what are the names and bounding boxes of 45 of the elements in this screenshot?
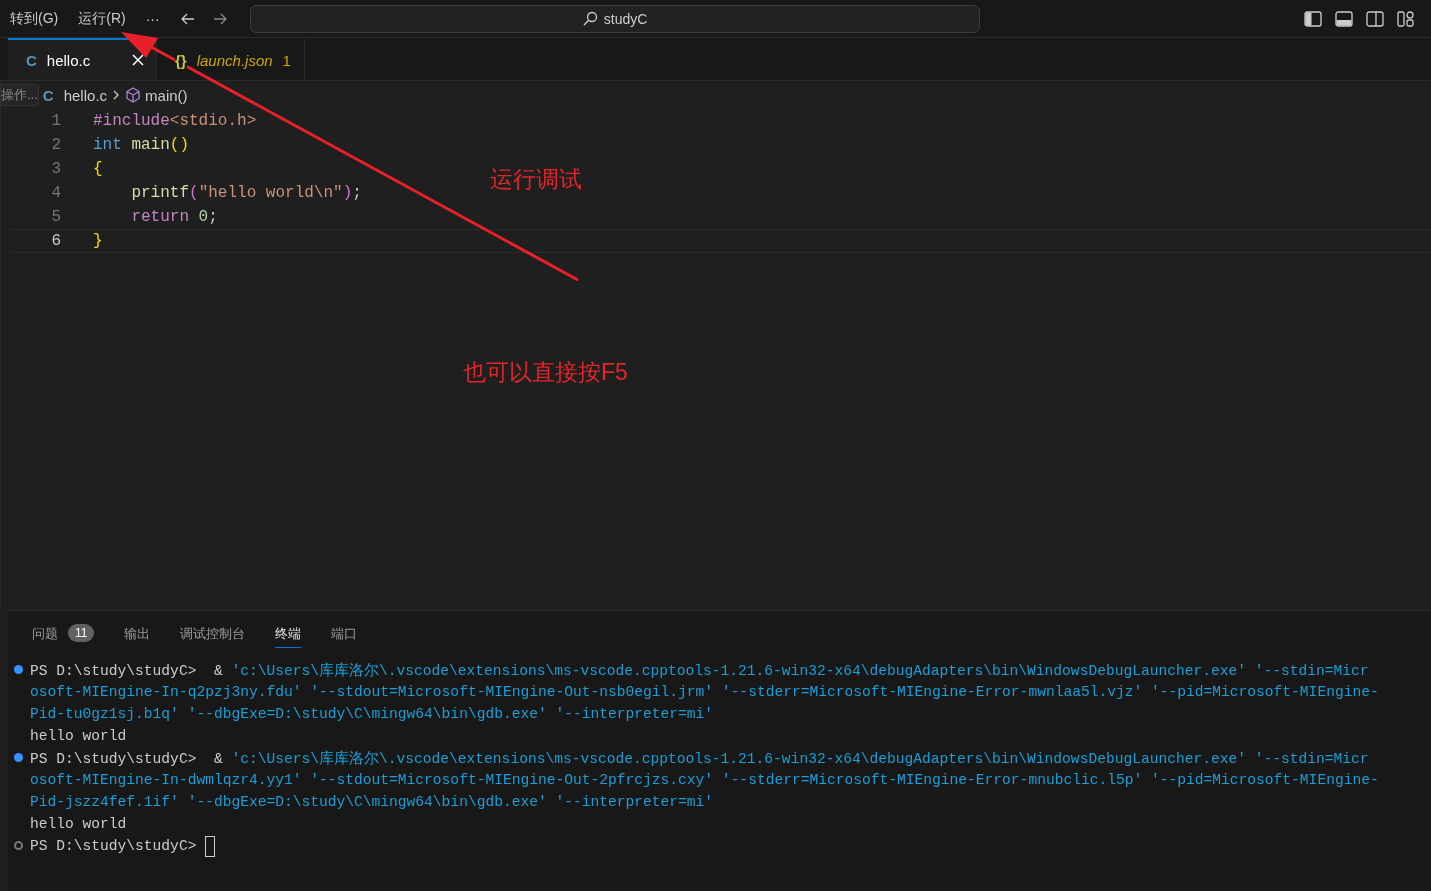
terminal-line: PS D:\study\studyC> — [30, 838, 198, 854]
search-field[interactable]: studyC — [249, 4, 980, 33]
search-icon — [581, 10, 598, 27]
menu-item[interactable]: ··· — [139, 6, 166, 31]
layout-icon[interactable] — [1397, 9, 1415, 28]
menu-item[interactable]: 运行(R) — [72, 5, 132, 32]
line-number: 5 — [50, 208, 62, 226]
count-badge: 11 — [68, 624, 95, 642]
annotation-text: 运行调试 — [490, 165, 582, 194]
terminal-line: hello world — [30, 728, 127, 744]
code-line: int main() — [93, 136, 189, 154]
breadcrumb-item[interactable]: hello.c — [63, 86, 108, 104]
cube-icon — [125, 87, 142, 103]
annotation-text: 也可以直接按F5 — [463, 358, 628, 387]
panel-toggle-icon[interactable] — [1335, 9, 1353, 28]
split-editor-icon[interactable] — [1366, 9, 1384, 28]
menu-item[interactable]: 转到(G) — [4, 5, 65, 32]
line-number: 2 — [50, 136, 62, 154]
panel-tab[interactable]: 端口 — [331, 618, 358, 648]
c-file-icon: C — [42, 86, 54, 104]
breadcrumb-item[interactable]: main() — [145, 86, 188, 104]
close-icon[interactable] — [132, 54, 144, 66]
terminal-line: osoft-MIEngine-In-q2pzj3ny.fdu' '--stdout=Microsoft-MIEngine-Out-nsb0egil.jrm' '--stderr=Microsoft-MIEngine-Error-mwnlaa5l.vjz' '--pid=Microsoft-MIEngine- — [30, 684, 1379, 700]
panel-tab[interactable]: 终端 — [275, 618, 302, 648]
code-line: { — [93, 160, 103, 178]
line-number: 3 — [50, 160, 62, 178]
terminal-line: osoft-MIEngine-In-dwmlqzr4.yy1' '--stdout=Microsoft-MIEngine-Out-2pfrcjzs.cxy' '--stderr=Microsoft-MIEngine-Error-mnubclic.l5p' '--pid=Microsoft-MIEngine- — [30, 772, 1379, 788]
line-number: 1 — [50, 112, 62, 130]
terminal-line: Pid-jszz4fef.1if' '--dbgExe=D:\study\C\mingw64\bin\gdb.exe' '--interpreter=mi' — [30, 794, 714, 810]
terminal-line: Pid-tu0gz1sj.b1q' '--dbgExe=D:\study\C\mingw64\bin\gdb.exe' '--interpreter=mi' — [30, 706, 714, 722]
editor-tab[interactable]: C hello.c — [8, 38, 157, 80]
hover-hint: 操作... — [0, 84, 39, 106]
code-line: } — [93, 232, 103, 250]
panel-tab[interactable]: 输出 — [124, 618, 151, 648]
code-line: #include<stdio.h> — [93, 112, 257, 130]
code-line: printf("hello world\n"); — [131, 184, 362, 202]
terminal-line: hello world — [30, 816, 127, 832]
sidebar-toggle-icon[interactable] — [1304, 9, 1322, 28]
line-number: 4 — [50, 184, 62, 202]
panel-tab[interactable]: 调试控制台 — [180, 618, 246, 648]
line-number: 6 — [50, 232, 62, 250]
panel-tab[interactable]: 问题 — [32, 618, 58, 648]
terminal-line: PS D:\study\studyC> & 'c:\Users\库库洛尔\.vscode\extensions\ms-vscode.cpptools-1.21.6-win32-x64\debugAdapters\bin\WindowsDebugLauncher.exe' '--stdin=Micr — [30, 749, 1369, 768]
terminal-line: PS D:\study\studyC> & 'c:\Users\库库洛尔\.vscode\extensions\ms-vscode.cpptools-1.21.6-win32-x64\debugAdapters\bin\WindowsDebugLauncher.exe' '--stdin=Micr — [30, 661, 1369, 680]
code-line: return 0; — [131, 208, 218, 226]
